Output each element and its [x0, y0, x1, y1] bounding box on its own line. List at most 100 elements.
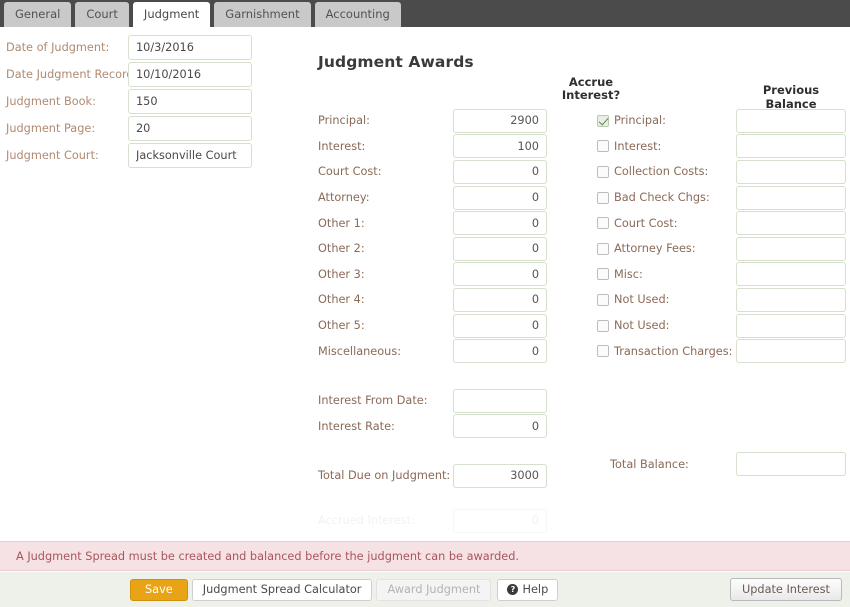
judgment-awards-title: Judgment Awards: [318, 53, 474, 71]
spacer-before-accrued-interest: [318, 489, 547, 508]
label-other-5: Other 5:: [318, 319, 453, 332]
award-row-other-1: Other 1:: [318, 210, 547, 236]
prev-balance-principal-input[interactable]: [736, 109, 846, 133]
tab-accounting[interactable]: Accounting: [315, 2, 401, 27]
prev-balance-row-collection-costs: [736, 159, 846, 185]
help-button[interactable]: ? Help: [497, 579, 558, 601]
other-1-amount-input[interactable]: [453, 211, 547, 235]
prev-balance-collection-costs-input[interactable]: [736, 160, 846, 184]
label-principal: Principal:: [318, 114, 453, 127]
checkbox-accrue-attorney-fees[interactable]: [597, 243, 609, 255]
tab-judgment[interactable]: Judgment: [133, 2, 210, 27]
label-total-due-on-judgment: Total Due on Judgment:: [318, 469, 453, 482]
label-attorney: Attorney:: [318, 191, 453, 204]
prev-balance-not-used-1-input[interactable]: [736, 288, 846, 312]
prev-balance-not-used-2-input[interactable]: [736, 314, 846, 338]
accrue-row-not-used-2: Not Used:: [597, 313, 732, 339]
court-cost-amount-input[interactable]: [453, 160, 547, 184]
judgment-tab-page: General Court Judgment Garnishment Accou…: [0, 0, 850, 607]
other-3-amount-input[interactable]: [453, 262, 547, 286]
label-accrue-collection-costs: Collection Costs:: [614, 165, 708, 178]
judgment-page-input[interactable]: [128, 116, 252, 141]
accrue-row-principal: Principal:: [597, 108, 732, 134]
checkbox-accrue-principal[interactable]: [597, 115, 609, 127]
prev-balance-interest-input[interactable]: [736, 134, 846, 158]
judgment-details-form: Date of Judgment: Date Judgment Recorded…: [6, 34, 266, 169]
previous-balance-column-header: Previous Balance: [736, 83, 846, 111]
prev-balance-attorney-fees-input[interactable]: [736, 237, 846, 261]
attorney-amount-input[interactable]: [453, 186, 547, 210]
validation-alert: A Judgment Spread must be created and ba…: [0, 541, 850, 571]
checkbox-accrue-court-cost[interactable]: [597, 217, 609, 229]
judgment-spread-calculator-button[interactable]: Judgment Spread Calculator: [192, 579, 373, 601]
interest-amount-input[interactable]: [453, 134, 547, 158]
award-row-other-5: Other 5:: [318, 313, 547, 339]
miscellaneous-amount-input[interactable]: [453, 339, 547, 363]
other-2-amount-input[interactable]: [453, 237, 547, 261]
award-row-interest-from-date: Interest From Date:: [318, 388, 547, 414]
label-interest: Interest:: [318, 140, 453, 153]
judgment-book-input[interactable]: [128, 89, 252, 114]
prev-balance-bad-check-chgs-input[interactable]: [736, 186, 846, 210]
tab-court[interactable]: Court: [75, 2, 129, 27]
prev-balance-court-cost-input[interactable]: [736, 211, 846, 235]
label-judgment-court: Judgment Court:: [6, 149, 128, 162]
award-row-accrued-interest: Accrued Interest:: [318, 508, 547, 534]
label-other-1: Other 1:: [318, 217, 453, 230]
total-balance-input[interactable]: [736, 452, 846, 476]
other-5-amount-input[interactable]: [453, 314, 547, 338]
principal-amount-input[interactable]: [453, 109, 547, 133]
label-accrue-bad-check-chgs: Bad Check Chgs:: [614, 191, 710, 204]
award-row-miscellaneous: Miscellaneous:: [318, 338, 547, 364]
tab-garnishment[interactable]: Garnishment: [214, 2, 310, 27]
tab-general[interactable]: General: [4, 2, 71, 27]
label-date-of-judgment: Date of Judgment:: [6, 41, 128, 54]
date-judgment-recorded-input[interactable]: [128, 62, 252, 87]
checkbox-accrue-transaction-charges[interactable]: [597, 345, 609, 357]
prev-balance-transaction-charges-input[interactable]: [736, 339, 846, 363]
field-row-judgment-court: Judgment Court:: [6, 142, 266, 169]
label-accrue-interest: Interest:: [614, 140, 661, 153]
award-row-attorney: Attorney:: [318, 185, 547, 211]
prev-balance-row-court-cost: [736, 210, 846, 236]
award-row-interest: Interest:: [318, 134, 547, 160]
award-judgment-button: Award Judgment: [376, 579, 491, 601]
checkbox-accrue-interest[interactable]: [597, 140, 609, 152]
prev-balance-row-bad-check-chgs: [736, 185, 846, 211]
label-interest-from-date: Interest From Date:: [318, 394, 453, 407]
checkbox-accrue-not-used-2[interactable]: [597, 320, 609, 332]
accrue-row-transaction-charges: Transaction Charges:: [597, 338, 732, 364]
field-row-date-judgment-recorded: Date Judgment Recorded:: [6, 61, 266, 88]
accrue-row-collection-costs: Collection Costs:: [597, 159, 732, 185]
award-row-total-due-on-judgment: Total Due on Judgment:: [318, 463, 547, 489]
label-accrue-court-cost: Court Cost:: [614, 217, 678, 230]
prev-balance-misc-input[interactable]: [736, 262, 846, 286]
accrue-row-interest: Interest:: [597, 134, 732, 160]
other-4-amount-input[interactable]: [453, 288, 547, 312]
validation-alert-message: A Judgment Spread must be created and ba…: [16, 550, 519, 563]
date-of-judgment-input[interactable]: [128, 35, 252, 60]
prev-balance-row-misc: [736, 262, 846, 288]
label-accrue-principal: Principal:: [614, 114, 666, 127]
update-interest-button[interactable]: Update Interest: [730, 578, 842, 601]
judgment-court-input[interactable]: [128, 143, 252, 168]
total-due-on-judgment-input[interactable]: [453, 464, 547, 488]
accrue-row-attorney-fees: Attorney Fees:: [597, 236, 732, 262]
accrue-row-bad-check-chgs: Bad Check Chgs:: [597, 185, 732, 211]
total-balance-row: Total Balance:: [610, 452, 846, 476]
award-row-other-2: Other 2:: [318, 236, 547, 262]
label-other-2: Other 2:: [318, 242, 453, 255]
label-accrue-attorney-fees: Attorney Fees:: [614, 242, 696, 255]
checkbox-accrue-collection-costs[interactable]: [597, 166, 609, 178]
interest-rate-input[interactable]: [453, 414, 547, 438]
checkbox-accrue-not-used-1[interactable]: [597, 294, 609, 306]
prev-balance-row-transaction-charges: [736, 338, 846, 364]
save-button[interactable]: Save: [130, 579, 188, 601]
checkbox-accrue-bad-check-chgs[interactable]: [597, 192, 609, 204]
label-accrue-not-used-2: Not Used:: [614, 319, 669, 332]
label-interest-rate: Interest Rate:: [318, 420, 453, 433]
label-court-cost: Court Cost:: [318, 165, 453, 178]
interest-from-date-input[interactable]: [453, 389, 547, 413]
award-row-court-cost: Court Cost:: [318, 159, 547, 185]
checkbox-accrue-misc[interactable]: [597, 268, 609, 280]
